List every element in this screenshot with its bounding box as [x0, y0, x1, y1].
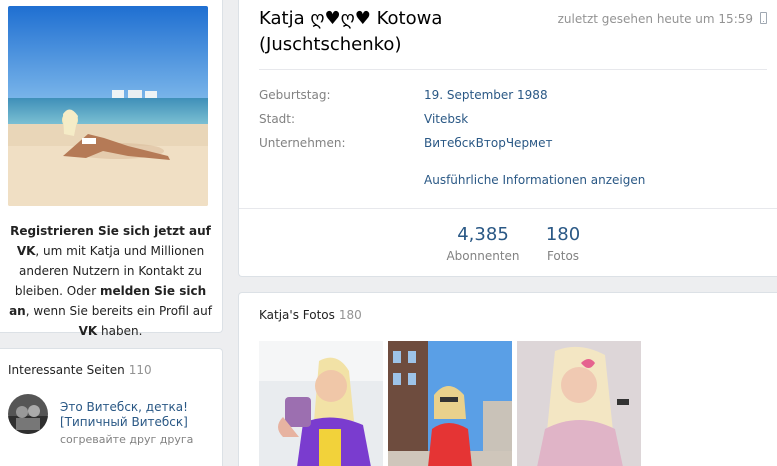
register-prompt: Registrieren Sie sich jetzt auf VK, um m… [8, 221, 213, 341]
divider [259, 69, 767, 70]
photo-3 [517, 341, 641, 466]
birthday-value[interactable]: 19. September 1988 [424, 88, 548, 102]
company-value[interactable]: ВитебскВторЧермет [424, 136, 552, 150]
photo-1 [259, 341, 383, 466]
photo-thumbnail[interactable] [259, 341, 383, 466]
profile-page: Registrieren Sie sich jetzt auf VK, um m… [0, 0, 777, 466]
photos-header[interactable]: Katja's Fotos 180 [259, 308, 362, 322]
interesting-pages-card: Interessante Seiten 110 Это Витебск, детк… [0, 348, 223, 466]
photos-title: Katja's Fotos [259, 308, 335, 322]
city-value[interactable]: Vitebsk [424, 112, 468, 126]
community-item[interactable]: Это Витебск, детка! [Типичный Витебск] с… [8, 394, 213, 446]
photos-title-count: 180 [338, 308, 362, 322]
last-seen-status: zuletzt gesehen heute um 15:59 [557, 12, 753, 26]
profile-name: Katja ღ♥ღ♥ Kotowa (Juschtschenko) [259, 8, 443, 55]
photos-count-value: 180 [545, 224, 581, 245]
community-avatar[interactable] [8, 394, 48, 434]
interesting-pages-header[interactable]: Interessante Seiten 110 [8, 363, 152, 377]
interesting-pages-count: 110 [128, 363, 152, 377]
city-label: Stadt: [259, 112, 296, 126]
photo-thumbnail[interactable] [517, 341, 641, 466]
community-name[interactable]: Это Витебск, детка! [Типичный Витебск] [60, 400, 210, 430]
interesting-pages-title: Interessante Seiten [8, 363, 125, 377]
mobile-phone-icon [760, 12, 767, 24]
photo-thumbnail[interactable] [388, 341, 512, 466]
photo-2 [388, 341, 512, 466]
register-text-3: haben. [97, 324, 143, 338]
divider [239, 208, 777, 209]
company-label: Unternehmen: [259, 136, 346, 150]
register-text-2: , wenn Sie bereits ein Profil auf [25, 304, 212, 318]
photos-counter[interactable]: 180 Fotos [538, 224, 588, 264]
birthday-label: Geburtstag: [259, 88, 331, 102]
vk-brand: VK [78, 324, 98, 338]
followers-counter[interactable]: 4,385 Abonnenten [446, 224, 520, 264]
community-photo [8, 394, 48, 434]
profile-avatar[interactable] [8, 6, 208, 206]
profile-avatar-card: Registrieren Sie sich jetzt auf VK, um m… [0, 0, 223, 338]
show-details-link[interactable]: Ausführliche Informationen anzeigen [424, 173, 645, 187]
followers-label: Abonnenten [446, 249, 520, 263]
community-description: согревайте друг друга [60, 433, 194, 446]
beach-photo [8, 6, 208, 206]
profile-info-card: Katja ღ♥ღ♥ Kotowa (Juschtschenko) zuletz… [238, 0, 777, 277]
photos-card: Katja's Fotos 180 [238, 292, 777, 466]
followers-count: 4,385 [457, 224, 509, 245]
photos-count-label: Fotos [546, 249, 580, 263]
